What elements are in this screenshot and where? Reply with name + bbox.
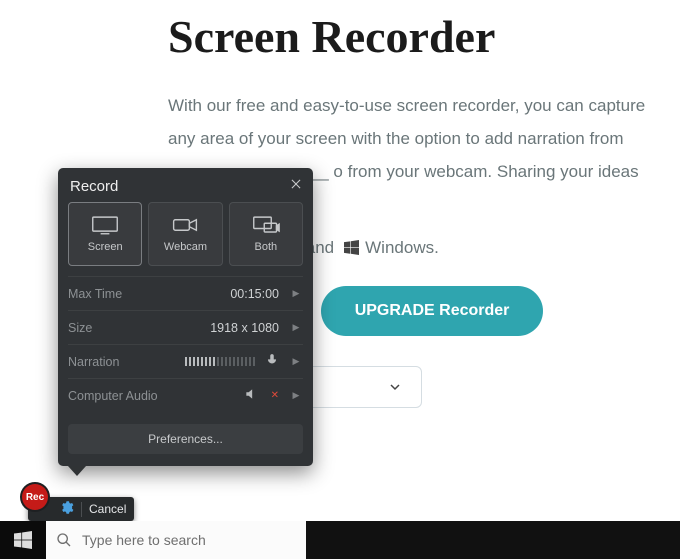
tab-webcam-label: Webcam [164,241,207,253]
tab-both[interactable]: Both [229,202,303,266]
microphone-icon[interactable] [265,353,279,370]
row-computer-audio[interactable]: Computer Audio ✕ ▶ [68,378,303,412]
windows-start-icon [14,531,32,549]
search-placeholder: Type here to search [82,532,206,548]
platform-windows: Windows. [365,238,439,258]
source-tabs: Screen Webcam Both [58,202,313,276]
tab-both-label: Both [255,241,278,253]
chevron-right-icon: ▶ [289,390,303,401]
tab-screen[interactable]: Screen [68,202,142,266]
tab-screen-label: Screen [88,241,123,253]
speaker-muted-icon[interactable] [244,387,258,404]
record-popup: Record Screen Webcam Both Max Time 00:15… [58,168,313,466]
maxtime-label: Max Time [68,287,122,301]
rec-button[interactable]: Rec [22,484,48,510]
webcam-icon [171,215,199,235]
narration-label: Narration [68,355,119,369]
size-label: Size [68,321,92,335]
windows-icon [344,240,359,255]
taskbar-search[interactable]: Type here to search [46,521,306,559]
audio-label: Computer Audio [68,389,158,403]
popup-tail [68,466,86,476]
row-size[interactable]: Size 1918 x 1080 ▶ [68,310,303,344]
row-maxtime[interactable]: Max Time 00:15:00 ▶ [68,276,303,310]
gear-icon[interactable] [59,500,74,518]
close-icon[interactable] [289,177,303,195]
popup-titlebar: Record [58,168,313,202]
start-button[interactable] [0,521,46,559]
size-value: 1918 x 1080 [102,321,279,335]
chevron-right-icon: ▶ [289,322,303,333]
chevron-right-icon: ▶ [289,356,303,367]
cancel-button[interactable]: Cancel [89,502,126,516]
chevron-down-icon [387,379,403,395]
both-icon [252,215,280,235]
row-narration[interactable]: Narration ▶ [68,344,303,378]
upgrade-recorder-button[interactable]: UPGRADE Recorder [321,286,544,336]
tab-webcam[interactable]: Webcam [148,202,222,266]
mute-indicator: ✕ [271,390,279,401]
narration-level [129,357,255,366]
page-title: Screen Recorder [168,10,650,63]
chevron-right-icon: ▶ [289,288,303,299]
search-icon [56,532,72,548]
windows-taskbar: Type here to search [0,521,680,559]
popup-title: Record [70,178,118,195]
screen-icon [91,215,119,235]
maxtime-value: 00:15:00 [132,287,279,301]
preferences-button[interactable]: Preferences... [68,424,303,454]
